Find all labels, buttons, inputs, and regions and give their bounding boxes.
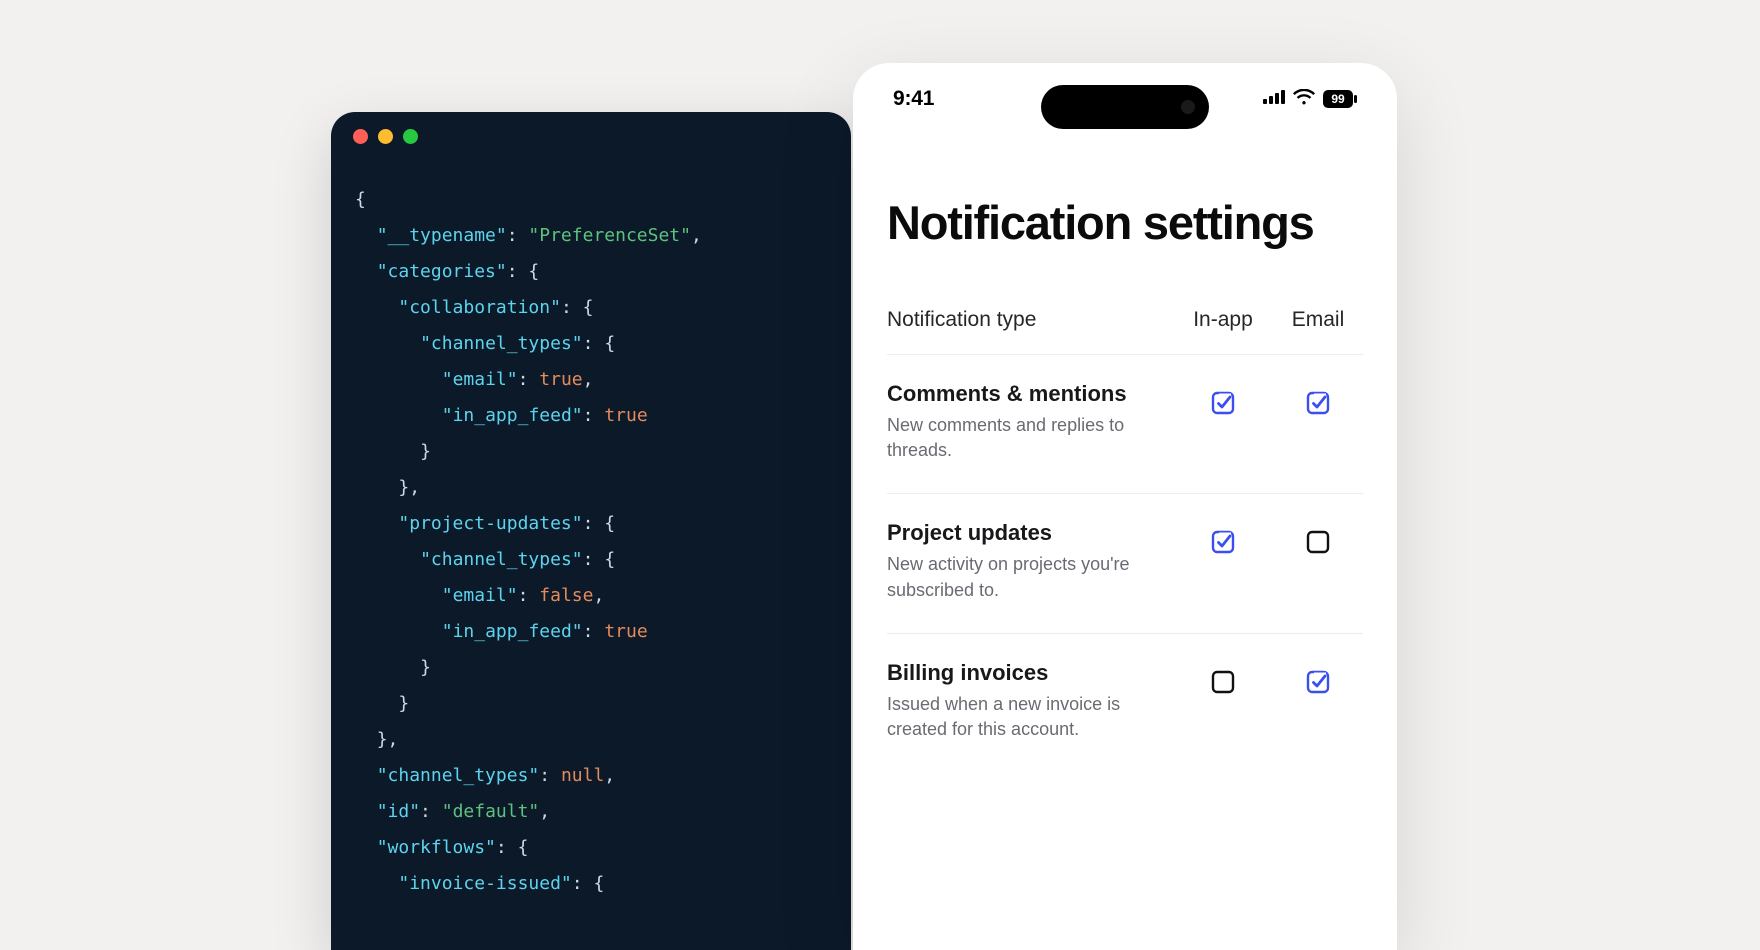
window-titlebar — [331, 112, 851, 160]
window-close-icon[interactable] — [353, 129, 368, 144]
column-type-label: Notification type — [887, 308, 1173, 332]
phone-notch — [1041, 85, 1209, 129]
checkbox-email[interactable] — [1306, 391, 1330, 415]
table-row: Comments & mentions New comments and repl… — [887, 355, 1363, 494]
row-description: Issued when a new invoice is created for… — [887, 692, 1173, 742]
row-description: New activity on projects you're subscrib… — [887, 552, 1173, 602]
table-header: Notification type In-app Email — [887, 308, 1363, 355]
battery-level: 99 — [1323, 92, 1353, 106]
preferences-table: Notification type In-app Email Comments … — [887, 308, 1363, 772]
battery-icon: 99 — [1323, 90, 1357, 108]
table-row: Billing invoices Issued when a new invoic… — [887, 634, 1363, 772]
row-description: New comments and replies to threads. — [887, 413, 1173, 463]
phone-mock: 9:41 99 — [853, 63, 1397, 950]
table-row: Project updates New activity on projects … — [887, 494, 1363, 633]
window-minimize-icon[interactable] — [378, 129, 393, 144]
checkbox-email[interactable] — [1306, 670, 1330, 694]
signal-icon — [1263, 90, 1285, 109]
row-title: Comments & mentions — [887, 381, 1173, 407]
column-in-app-label: In-app — [1173, 308, 1273, 332]
wifi-icon — [1293, 89, 1315, 110]
checkbox-email[interactable] — [1306, 530, 1330, 554]
checkbox-in-app[interactable] — [1211, 391, 1235, 415]
row-title: Project updates — [887, 520, 1173, 546]
code-window: { "__typename": "PreferenceSet", "catego… — [331, 112, 851, 950]
code-json: { "__typename": "PreferenceSet", "catego… — [331, 160, 851, 902]
page-title: Notification settings — [887, 195, 1363, 250]
checkbox-in-app[interactable] — [1211, 670, 1235, 694]
column-email-label: Email — [1273, 308, 1363, 332]
statusbar-time: 9:41 — [893, 87, 934, 111]
window-zoom-icon[interactable] — [403, 129, 418, 144]
checkbox-in-app[interactable] — [1211, 530, 1235, 554]
row-title: Billing invoices — [887, 660, 1173, 686]
